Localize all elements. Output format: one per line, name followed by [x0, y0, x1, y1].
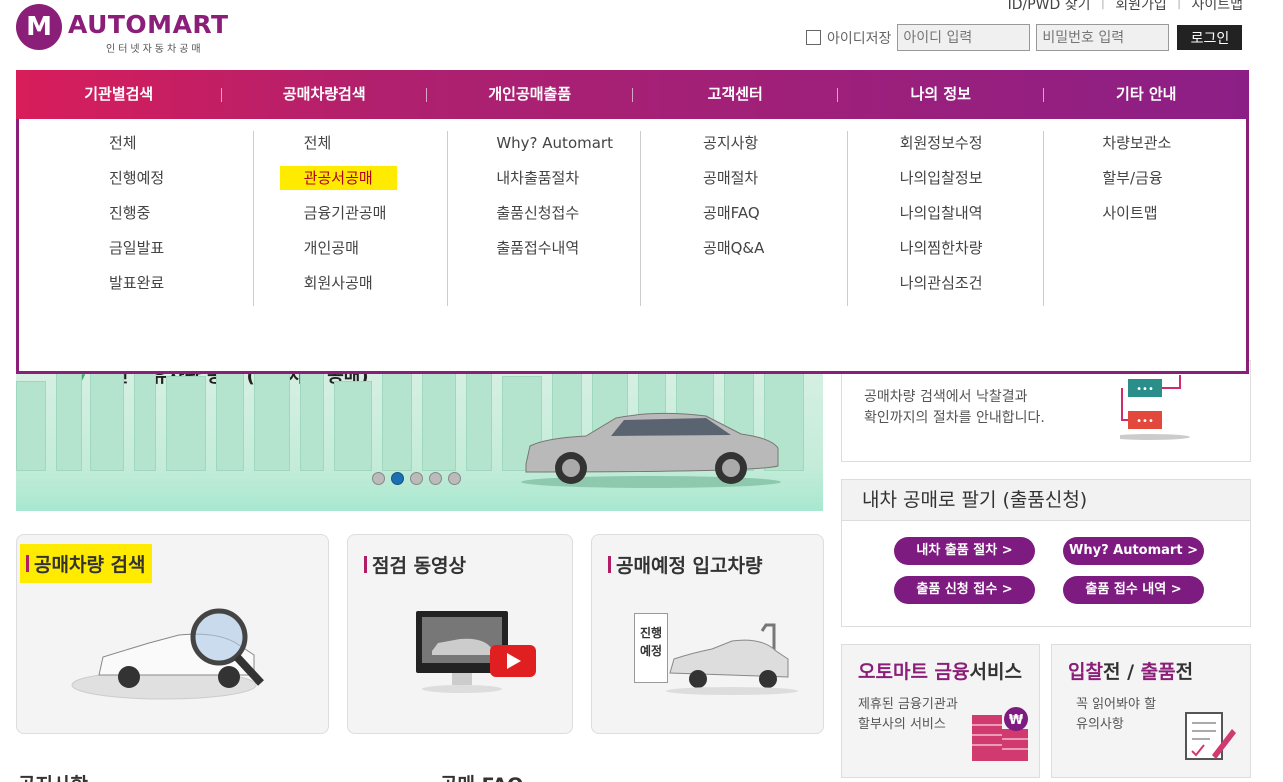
logo-mark: M	[16, 4, 62, 50]
menu-item[interactable]: 차량보관소	[1102, 131, 1246, 166]
procedure-guide-text: 공매차량 검색에서 낙찰결과 확인까지의 절차를 안내합니다.	[864, 389, 1045, 426]
menu-item[interactable]: 전체	[109, 131, 253, 166]
menu-item[interactable]: 개인공매	[304, 236, 448, 271]
pre-bid-notice-desc: 꼭 읽어봐야 할 유의사항	[1076, 697, 1157, 732]
procedure-flow-icon: ••• •••	[1120, 375, 1190, 440]
car-magnifier-image	[71, 608, 264, 700]
automart-logo[interactable]: M AUTOMART 인터넷자동차공매	[16, 4, 228, 55]
menu-column-other-info: 차량보관소 할부/금융 사이트맵	[1044, 131, 1246, 306]
listing-history-button[interactable]: 출품 접수 내역 >	[1063, 576, 1204, 604]
menu-item[interactable]: 나의입찰정보	[900, 166, 1044, 201]
menu-item[interactable]: 할부/금융	[1102, 166, 1246, 201]
listing-application-button[interactable]: 출품 신청 접수 >	[894, 576, 1035, 604]
login-area: 아이디저장 로그인	[806, 24, 1243, 51]
document-sign-icon	[1185, 712, 1236, 760]
menu-item[interactable]: 회원사공매	[304, 271, 448, 306]
menu-item[interactable]: 전체	[304, 131, 448, 166]
vehicle-search-card-title: 공매차량 검색	[20, 544, 152, 583]
menu-column-agency: 전체 진행예정 진행중 금일발표 발표완료	[19, 131, 254, 306]
menu-item[interactable]: 금일발표	[109, 236, 253, 271]
password-input[interactable]	[1036, 24, 1170, 51]
menu-item[interactable]: 나의관심조건	[900, 271, 1044, 306]
svg-text:•••: •••	[1136, 384, 1154, 395]
menu-item[interactable]: 사이트맵	[1102, 201, 1246, 236]
nav-tab-vehicle-search[interactable]: 공매차량검색	[222, 70, 428, 119]
banner-car-image	[521, 412, 781, 488]
finance-service-desc: 제휴된 금융기관과 할부사의 서비스	[858, 697, 958, 732]
menu-item[interactable]: 금융기관공매	[304, 201, 448, 236]
menu-item[interactable]: 발표완료	[109, 271, 253, 306]
menu-item[interactable]: 내차출품절차	[496, 166, 640, 201]
coins-icon: ₩	[972, 707, 1028, 761]
inspection-video-card[interactable]: 점검 동영상	[347, 534, 573, 734]
faq-section-heading: 공매 FAQ	[440, 770, 523, 782]
menu-item[interactable]: 출품신청접수	[496, 201, 640, 236]
find-id-pwd-link[interactable]: ID/PWD 찾기	[1008, 0, 1091, 14]
pre-bid-notice-panel[interactable]: 입찰전 / 출품전 꼭 읽어봐야 할 유의사항	[1051, 644, 1251, 778]
car-wash-image	[666, 623, 798, 695]
menu-item[interactable]: 나의찜한차량	[900, 236, 1044, 271]
menu-column-customer-center: 공지사항 공매절차 공매FAQ 공매Q&A	[641, 131, 848, 306]
menu-item[interactable]: 공매절차	[703, 166, 847, 201]
sell-my-car-panel: 내차 공매로 팔기 (출품신청) 내차 출품 절차 > Why? Automar…	[841, 479, 1251, 627]
mega-menu: 기관별검색 공매차량검색 개인공매출품 고객센터 나의 정보 기타 안내 전체 …	[16, 70, 1249, 374]
main-banner[interactable]: ▼개인 소유차량 공매 (개인차량 공매)	[16, 360, 823, 511]
menu-item[interactable]: 공지사항	[703, 131, 847, 166]
nav-tab-agency-search[interactable]: 기관별검색	[16, 70, 222, 119]
sitemap-link[interactable]: 사이트맵	[1191, 0, 1243, 14]
login-button[interactable]: 로그인	[1177, 25, 1243, 50]
menu-column-vehicle-search: 전체 관공서공매 금융기관공매 개인공매 회원사공매	[254, 131, 449, 306]
menu-column-personal-listing: Why? Automart 내차출품절차 출품신청접수 출품접수내역	[448, 131, 642, 306]
menu-item[interactable]: 공매FAQ	[703, 201, 847, 236]
finance-service-title: 오토마트 금융서비스	[858, 661, 1022, 683]
notice-section-heading: 공지사항	[18, 770, 88, 782]
nav-tab-personal-listing[interactable]: 개인공매출품	[427, 70, 633, 119]
utility-links: ID/PWD 찾기 | 회원가입 | 사이트맵	[1008, 0, 1243, 14]
main-nav-bar: 기관별검색 공매차량검색 개인공매출품 고객센터 나의 정보 기타 안내	[16, 70, 1249, 119]
menu-item[interactable]: 출품접수내역	[496, 236, 640, 271]
slide-dot-1[interactable]	[372, 472, 385, 485]
slide-dot-5[interactable]	[448, 472, 461, 485]
video-monitor-image	[416, 611, 536, 693]
menu-item[interactable]: 공매Q&A	[703, 236, 847, 271]
menu-item[interactable]: 진행예정	[109, 166, 253, 201]
pre-bid-notice-title: 입찰전 / 출품전	[1068, 661, 1194, 683]
upcoming-vehicles-card[interactable]: 공매예정 입고차량 진행 예정	[591, 534, 824, 734]
listing-procedure-button[interactable]: 내차 출품 절차 >	[894, 537, 1035, 565]
signup-link[interactable]: 회원가입	[1115, 0, 1167, 14]
nav-tab-other-info[interactable]: 기타 안내	[1044, 70, 1250, 119]
finance-service-panel[interactable]: 오토마트 금융서비스 제휴된 금융기관과 할부사의 서비스 ₩	[841, 644, 1040, 778]
nav-tab-my-info[interactable]: 나의 정보	[838, 70, 1044, 119]
slide-dot-3[interactable]	[410, 472, 423, 485]
vehicle-search-card[interactable]: 공매차량 검색	[16, 534, 329, 734]
sell-panel-title: 내차 공매로 팔기 (출품신청)	[842, 480, 1250, 521]
svg-text:₩: ₩	[1009, 713, 1024, 728]
slide-dot-4[interactable]	[429, 472, 442, 485]
why-automart-button[interactable]: Why? Automart >	[1063, 537, 1204, 565]
slide-dot-2[interactable]	[391, 472, 404, 485]
menu-item[interactable]: 나의입찰내역	[900, 201, 1044, 236]
menu-item[interactable]: 회원정보수정	[900, 131, 1044, 166]
nav-tab-customer-center[interactable]: 고객센터	[633, 70, 839, 119]
svg-text:•••: •••	[1136, 416, 1154, 427]
id-input[interactable]	[897, 24, 1031, 51]
inspection-video-card-title: 점검 동영상	[364, 551, 466, 578]
logo-subtitle: 인터넷자동차공매	[106, 44, 204, 55]
menu-item[interactable]: Why? Automart	[496, 131, 640, 166]
menu-item-government-auction[interactable]: 관공서공매	[279, 166, 448, 201]
upcoming-vehicles-card-title: 공매예정 입고차량	[608, 551, 762, 578]
remember-id-label: 아이디저장	[827, 30, 892, 47]
remember-id-checkbox[interactable]	[806, 30, 821, 45]
menu-item[interactable]: 진행중	[109, 201, 253, 236]
menu-column-my-info: 회원정보수정 나의입찰정보 나의입찰내역 나의찜한차량 나의관심조건	[848, 131, 1045, 306]
procedure-guide-panel[interactable]: 공매차량 검색에서 낙찰결과 확인까지의 절차를 안내합니다. ••• •••	[841, 360, 1251, 462]
logo-name: AUTOMART	[68, 10, 229, 39]
banner-slide-indicators	[372, 472, 461, 485]
